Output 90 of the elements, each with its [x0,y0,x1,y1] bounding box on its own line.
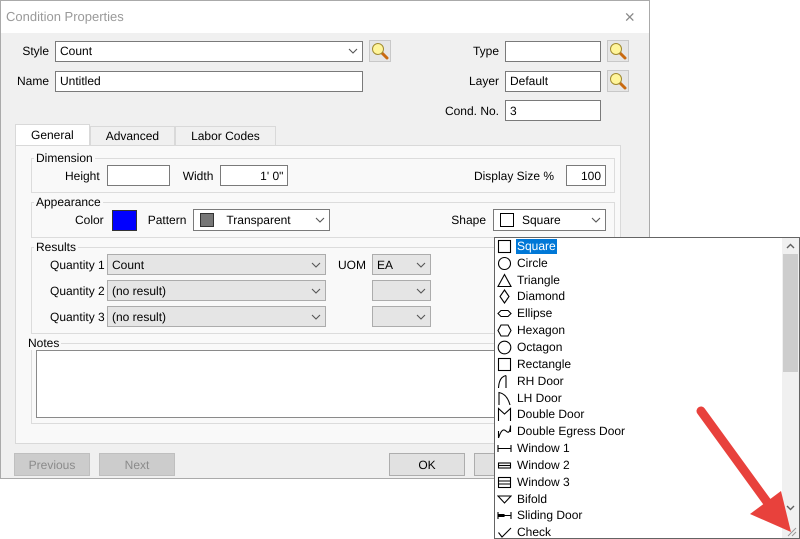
resize-grip-icon[interactable] [785,525,797,537]
scroll-up-icon[interactable] [786,243,795,249]
rectangle-icon [497,356,512,372]
text-field[interactable] [505,40,601,62]
hexagon-icon [497,323,512,338]
window-title: Condition Properties [6,8,124,26]
list-option[interactable]: RH Door [516,374,565,389]
check-icon [497,525,512,538]
square-icon [497,238,512,254]
double-egress-door-icon [497,424,512,440]
dropdown[interactable] [372,306,431,327]
chevron-icon [591,217,601,223]
color-swatch[interactable] [112,210,137,230]
field-label: Width [182,168,214,184]
list-option[interactable]: Double Egress Door [516,424,626,440]
list-option[interactable]: Sliding Door [516,508,584,524]
text-field[interactable]: Untitled [55,70,363,92]
dropdown[interactable]: Square [493,209,606,231]
list-option[interactable]: Double Door [516,407,586,422]
chevron-icon [315,217,326,223]
chevron-icon [311,314,321,320]
search-button[interactable] [607,40,629,62]
dropdown[interactable]: EA [372,254,431,275]
dropdown[interactable] [372,280,431,301]
chevron-icon [311,288,321,294]
list-option[interactable]: Ellipse [516,306,554,322]
search-icon [609,42,627,60]
field-label: Name [16,73,49,90]
dropdown[interactable]: Count [107,254,326,275]
list-option[interactable]: LH Door [516,390,563,406]
field-label: Height [65,168,100,184]
chevron-icon [348,48,358,54]
field-label: UOM [337,256,367,274]
list-option[interactable]: Window 3 [516,474,571,490]
search-button[interactable] [607,70,629,92]
field-label: Style [21,43,49,60]
dropdown[interactable]: (no result) [107,280,326,301]
dropdown[interactable]: Count [55,40,363,62]
chevron-icon [416,288,426,294]
scroll-down-icon[interactable] [786,505,795,511]
circle-icon [497,256,512,271]
dropdown[interactable]: Transparent [193,209,330,231]
dialog-button[interactable]: OK [389,453,465,476]
list-option[interactable]: Bifold [516,492,548,507]
group-title: Results [35,241,78,254]
diamond-icon [497,289,512,304]
text-field[interactable]: Default [505,70,601,92]
group-title: Dimension [35,152,94,165]
tab[interactable]: Labor Codes [175,126,276,145]
text-field[interactable]: 3 [505,100,601,121]
group-title: Appearance [35,196,102,209]
double-door-icon [497,407,512,422]
field-label: Color [75,212,104,229]
tab[interactable]: Advanced [90,126,176,145]
list-option[interactable]: Hexagon [516,323,566,338]
text-field[interactable]: 1' 0" [220,165,288,186]
list-option[interactable]: Rectangle [516,356,572,372]
list-option[interactable]: Check [516,525,552,538]
list-option[interactable]: Circle [516,256,549,271]
field-label: Display Size % [474,168,554,184]
text-field[interactable]: 100 [566,165,606,186]
chevron-icon [311,262,321,268]
chevron-icon [416,314,426,320]
lh-door-icon [497,390,512,406]
list-option[interactable]: Octagon [516,340,564,355]
scroll-thumb[interactable] [783,254,798,372]
list-option[interactable]: Square [516,238,557,254]
field-label: Type [472,43,499,60]
window-3-icon [497,474,512,490]
scrollbar[interactable] [782,238,799,538]
pattern-icon [200,213,214,227]
dropdown[interactable]: (no result) [107,306,326,327]
square-icon [500,213,514,227]
search-button[interactable] [369,40,391,62]
field-label: Cond. No. [444,102,499,120]
field-label: Pattern [148,212,186,229]
group-title: Notes [27,337,60,350]
chevron-icon [416,262,426,268]
field-label: Layer [468,73,499,90]
list-option[interactable]: Diamond [516,289,566,304]
triangle-icon [497,272,512,288]
close-button[interactable]: × [624,8,635,26]
search-icon [609,72,627,90]
search-icon [371,42,389,60]
list-option[interactable]: Triangle [516,272,561,288]
text-field[interactable] [106,165,170,186]
field-label: Shape [451,212,486,229]
tab[interactable]: General [15,124,90,145]
list-option[interactable]: Window 1 [516,441,571,456]
list-option[interactable]: Window 2 [516,458,571,473]
